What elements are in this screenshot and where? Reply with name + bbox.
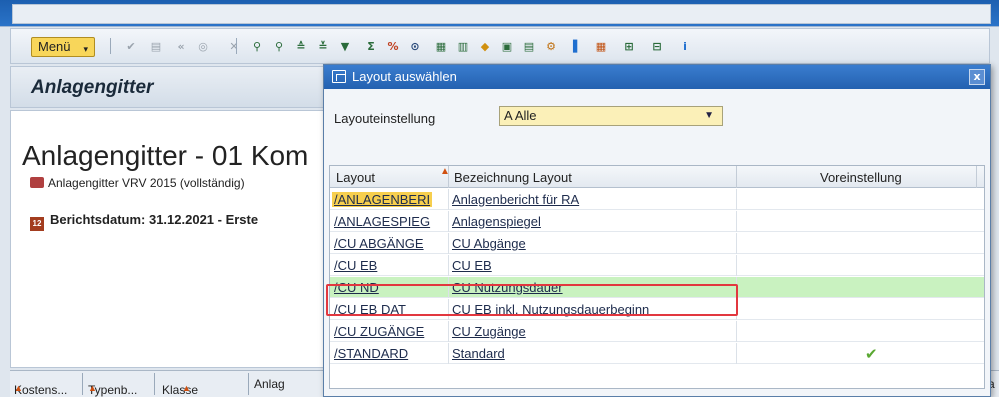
report-date-text: Berichtsdatum: 31.12.2021 - Erste [50, 212, 259, 227]
window-icon [332, 70, 346, 83]
layout-table: Layout ▲ Bezeichnung Layout Voreinstellu… [329, 165, 985, 389]
grid-add-icon[interactable]: ⊞ [620, 37, 638, 55]
save-icon[interactable]: ▤ [147, 37, 165, 55]
subtotal-icon[interactable]: % [384, 37, 402, 55]
back-icon[interactable]: « [172, 37, 190, 55]
report-title: Anlagengitter - 01 Kom [22, 140, 309, 171]
chart-icon[interactable]: ▐ [564, 37, 582, 55]
table-row[interactable]: /ANLAGENBERI Anlagenbericht für RA [330, 189, 984, 210]
calendar-icon: 12 [30, 217, 44, 231]
table-row[interactable]: /CU EB CU EB [330, 255, 984, 276]
layout-id-link[interactable]: /CU EB [334, 258, 377, 273]
layout-name-link[interactable]: Anlagenbericht für RA [452, 192, 579, 207]
layout-id-link[interactable]: /ANLAGENBERI [332, 192, 433, 207]
layout-id-link[interactable]: /CU ABGÄNGE [334, 236, 424, 251]
layout-setting-value: A Alle [504, 108, 537, 123]
grid-icon[interactable]: ▦ [592, 37, 610, 55]
check-icon[interactable]: ✔ [122, 37, 140, 55]
command-field-area [12, 4, 991, 24]
layout-select-dialog: Layout auswählen x Layouteinstellung A A… [323, 64, 991, 397]
view-icon[interactable]: ▣ [498, 37, 516, 55]
column-header-voreinstellung[interactable]: Voreinstellung [820, 170, 902, 185]
table-row[interactable]: /CU ZUGÄNGE CU Zugänge [330, 321, 984, 342]
filter-icon[interactable]: ▼ [336, 37, 354, 55]
sort-icon: ▲ [88, 383, 97, 393]
sort-icon: ▲ [14, 383, 23, 393]
column-header-layout[interactable]: Layout [336, 170, 375, 185]
layout-icon[interactable]: ◆ [476, 37, 494, 55]
report-icon [30, 177, 44, 188]
find-next-icon[interactable]: ⚲ [270, 37, 288, 55]
column-header-bezeichnung[interactable]: Bezeichnung Layout [454, 170, 572, 185]
layout-name-link[interactable]: Standard [452, 346, 505, 361]
highlight-annotation [326, 284, 738, 316]
toolbar-separator [110, 38, 111, 54]
table-row[interactable]: /CU ABGÄNGE CU Abgänge [330, 233, 984, 254]
toolbar-separator [236, 38, 237, 54]
spreadsheet-icon[interactable]: ▥ [454, 37, 472, 55]
report-date: 12 Berichtsdatum: 31.12.2021 - Erste [30, 212, 258, 231]
column-header-anlage[interactable]: Anlag [254, 377, 285, 391]
table-row[interactable]: /STANDARD Standard ✔ [330, 343, 984, 364]
sum-icon[interactable]: Σ [362, 37, 380, 55]
sort-asc-icon[interactable]: ≙ [292, 37, 310, 55]
cancel-icon[interactable]: ✕ [225, 37, 243, 55]
menu-button-label: Menü [38, 39, 71, 54]
page-title: Anlagengitter [31, 77, 154, 98]
layout-id-link[interactable]: /CU ZUGÄNGE [334, 324, 424, 339]
layout-name-link[interactable]: CU Abgänge [452, 236, 526, 251]
checkmark-icon: ✔ [865, 345, 878, 363]
report-subtitle: Anlagengitter VRV 2015 (vollständig) [30, 176, 245, 190]
find-icon[interactable]: ⚲ [248, 37, 266, 55]
window-top-strip [0, 0, 999, 27]
sort-desc-icon[interactable]: ≚ [314, 37, 332, 55]
report-subtitle-text: Anlagengitter VRV 2015 (vollständig) [48, 176, 245, 190]
table-row[interactable]: /ANLAGESPIEG Anlagenspiegel [330, 211, 984, 232]
dialog-title-bar: Layout auswählen x [324, 65, 990, 89]
chevron-down-icon: ▾ [83, 44, 88, 54]
dialog-title: Layout auswählen [352, 69, 457, 84]
grid-remove-icon[interactable]: ⊟ [648, 37, 666, 55]
close-button[interactable]: x [969, 69, 985, 85]
layout-setting-select[interactable]: A Alle ▼ [499, 106, 723, 126]
export-icon[interactable]: ▦ [432, 37, 450, 55]
settings-icon[interactable]: ⚙ [542, 37, 560, 55]
layout-name-link[interactable]: Anlagenspiegel [452, 214, 541, 229]
chevron-down-icon: ▼ [704, 110, 714, 121]
sort-icon: ▲ [182, 383, 191, 393]
layout-id-link[interactable]: /STANDARD [334, 346, 408, 361]
layout-setting-label: Layouteinstellung [334, 111, 436, 126]
info-icon[interactable]: i [676, 37, 694, 55]
layout-name-link[interactable]: CU EB [452, 258, 492, 273]
details-icon[interactable]: ⊙ [406, 37, 424, 55]
layout-id-link[interactable]: /ANLAGESPIEG [334, 214, 430, 229]
menu-button[interactable]: Menü ▾ [31, 37, 95, 57]
exit-icon[interactable]: ◎ [194, 37, 212, 55]
print-icon[interactable]: ▤ [520, 37, 538, 55]
layout-table-header: Layout ▲ Bezeichnung Layout Voreinstellu… [330, 166, 984, 188]
layout-name-link[interactable]: CU Zugänge [452, 324, 526, 339]
